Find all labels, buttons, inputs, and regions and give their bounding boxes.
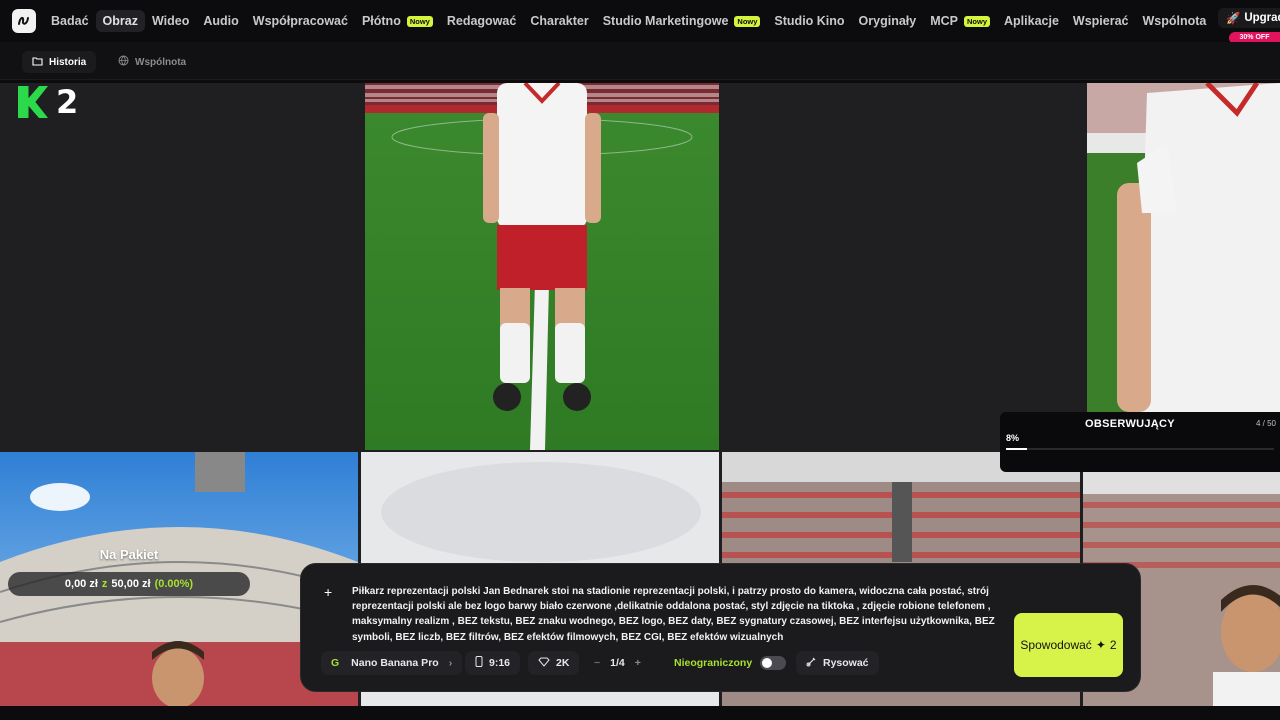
- nav-item-3[interactable]: Audio: [196, 10, 245, 32]
- package-of: z: [101, 578, 108, 590]
- folder-icon: [32, 56, 43, 69]
- nav-item-label: Płótno: [361, 14, 401, 28]
- increment-button[interactable]: +: [635, 657, 641, 669]
- nav-item-label: Studio Kino: [774, 14, 845, 28]
- generate-button[interactable]: Spowodować ✦ 2: [1014, 613, 1123, 677]
- app-logo-icon[interactable]: [12, 9, 36, 33]
- bottom-strip: [0, 706, 1280, 720]
- phone-icon: [475, 656, 483, 670]
- tab-history[interactable]: Historia: [22, 51, 97, 73]
- tab-community-label: Wspólnota: [135, 56, 187, 68]
- nav-item-7[interactable]: Charakter: [523, 10, 595, 32]
- brush-icon: [806, 656, 817, 670]
- aspect-ratio-selector[interactable]: 9:16: [465, 651, 521, 675]
- nav-item-label: Oryginały: [858, 14, 917, 28]
- model-selector[interactable]: G Nano Banana Pro ›: [321, 651, 463, 675]
- nav-item-12[interactable]: Aplikacje: [997, 10, 1066, 32]
- nav-item-label: Badać: [51, 14, 89, 28]
- draw-label: Rysować: [823, 657, 869, 669]
- package-usage-bar: 0,00 zł z 50,00 zł (0.00%): [8, 572, 250, 596]
- quality-label: 2K: [556, 657, 570, 669]
- nav-item-label: MCP: [930, 14, 958, 28]
- new-badge: Nowy: [964, 15, 991, 27]
- rocket-icon: 🚀: [1226, 13, 1241, 25]
- add-image-button[interactable]: +: [324, 584, 332, 600]
- prompt-panel: + Piłkarz reprezentacji polski Jan Bedna…: [300, 563, 1141, 692]
- package-amount: 0,00 zł: [64, 578, 98, 590]
- nav-item-label: Obraz: [102, 14, 138, 28]
- sub-navigation-bar: Historia Wspólnota: [0, 42, 1280, 80]
- nav-item-label: Współpracować: [252, 14, 348, 28]
- nav-item-0[interactable]: Badać: [44, 10, 96, 32]
- globe-icon: [118, 55, 129, 69]
- nav-item-label: Wideo: [151, 14, 190, 28]
- generate-cost: 2: [1109, 638, 1117, 652]
- new-badge: Nowy: [406, 15, 433, 27]
- nav-item-6[interactable]: Redagować: [440, 10, 523, 32]
- decrement-button[interactable]: −: [594, 657, 600, 669]
- diamond-icon: [538, 657, 550, 670]
- nav-item-11[interactable]: MCP Nowy: [923, 10, 997, 32]
- count-label: 1/4: [610, 657, 625, 669]
- top-navigation-bar: Badać Obraz Wideo Audio Współpracować Płótno N…: [0, 0, 1280, 44]
- followers-count: 4 / 50: [1255, 419, 1276, 428]
- gallery-image-player-closeup[interactable]: [1087, 83, 1280, 412]
- nav-item-13[interactable]: Wspierać: [1066, 10, 1136, 32]
- generate-label: Spowodować: [1020, 638, 1092, 652]
- nav-item-label: Wspólnota: [1142, 14, 1207, 28]
- google-icon: G: [331, 657, 340, 669]
- aspect-ratio-label: 9:16: [489, 657, 511, 669]
- nav-item-2[interactable]: Wideo: [145, 10, 196, 32]
- unlimited-switch[interactable]: [760, 656, 787, 670]
- nav-item-9[interactable]: Studio Kino: [767, 10, 851, 32]
- nav-item-label: Aplikacje: [1004, 14, 1059, 28]
- model-label: Nano Banana Pro: [351, 657, 439, 669]
- nav-item-4[interactable]: Współpracować: [246, 10, 355, 32]
- nav-item-label: Audio: [203, 14, 239, 28]
- sparkle-icon: ✦: [1095, 638, 1106, 652]
- upgrade-button[interactable]: 🚀 Upgrade: [1218, 8, 1280, 28]
- nav-item-label: Redagować: [446, 14, 517, 28]
- tab-community[interactable]: Wspólnota: [108, 51, 196, 73]
- draw-button[interactable]: Rysować: [796, 651, 879, 675]
- chevron-right-icon: ›: [448, 657, 453, 669]
- nav-item-10[interactable]: Oryginały: [852, 10, 924, 32]
- followers-percent: 8%: [1006, 433, 1020, 443]
- followers-progress-fill: [1006, 448, 1028, 450]
- k2-label: 2: [56, 83, 79, 121]
- gallery-image-player-full[interactable]: [365, 83, 719, 450]
- upgrade-label: Upgrade: [1244, 12, 1280, 24]
- package-percent: (0.00%): [154, 578, 194, 590]
- unlimited-toggle[interactable]: Nieograniczony: [674, 651, 787, 675]
- unlimited-label: Nieograniczony: [674, 657, 753, 669]
- count-stepper: − 1/4 +: [584, 651, 651, 675]
- new-badge: Nowy: [734, 15, 761, 27]
- nav-item-8[interactable]: Studio Marketingowe Nowy: [596, 10, 768, 32]
- k-logo-icon: [18, 86, 48, 118]
- k2-logo[interactable]: 2: [12, 83, 88, 121]
- followers-progress-bar: [1006, 448, 1274, 450]
- nav-item-5[interactable]: Płótno Nowy: [355, 10, 440, 32]
- quality-selector[interactable]: 2K: [528, 651, 580, 675]
- package-title: Na Pakiet: [99, 547, 159, 562]
- followers-progress-widget: OBSERWUJĄCY 4 / 50 8%: [1000, 412, 1280, 472]
- nav-item-label: Studio Marketingowe: [602, 14, 729, 28]
- nav-item-label: Charakter: [530, 14, 589, 28]
- tab-history-label: Historia: [49, 56, 87, 68]
- nav-item-label: Wspierać: [1072, 14, 1129, 28]
- prompt-input[interactable]: Piłkarz reprezentacji polski Jan Bednare…: [352, 584, 1002, 645]
- package-total: 50,00 zł: [111, 578, 151, 590]
- followers-title: OBSERWUJĄCY: [1085, 418, 1175, 430]
- main-nav: Badać Obraz Wideo Audio Współpracować Płótno N…: [44, 0, 1213, 42]
- nav-item-14[interactable]: Wspólnota: [1136, 10, 1214, 32]
- nav-item-1[interactable]: Obraz: [95, 10, 145, 32]
